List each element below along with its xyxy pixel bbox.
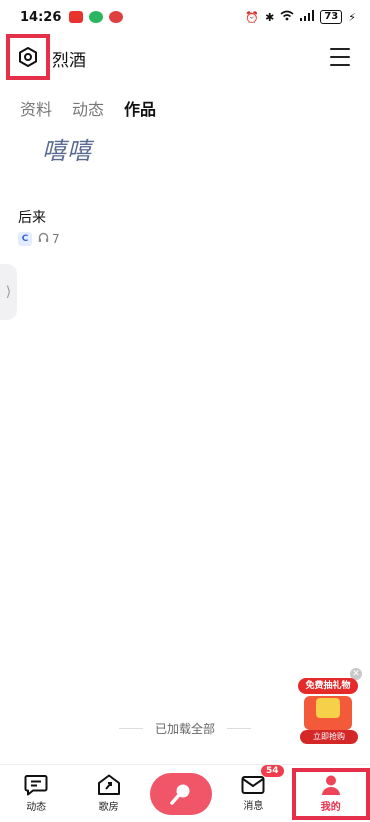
mail-icon (241, 776, 265, 794)
promo-buy-button[interactable]: 立即抢购 (300, 730, 358, 744)
person-icon (321, 775, 340, 795)
microphone-icon (170, 784, 190, 805)
loaded-all-text: 已加载全部 (154, 722, 215, 736)
profile-name: 烈酒 (52, 51, 86, 71)
side-drawer-handle[interactable]: ⟩ (0, 264, 17, 320)
work-title: 后来 (18, 210, 46, 226)
headphones-icon (38, 232, 49, 246)
app-notification-icon-2 (109, 11, 124, 23)
work-item[interactable]: 后来 C 7 (18, 207, 60, 246)
play-notification-icon (89, 11, 104, 23)
bottom-navigation: 动态 歌房 消息 54 我的 (0, 764, 370, 822)
charging-icon: ⚡ (348, 10, 356, 24)
unread-badge: 54 (261, 764, 284, 777)
signal-icon (300, 10, 315, 24)
divider-right (227, 728, 251, 729)
work-meta: C 7 (18, 232, 60, 246)
status-time: 14:26 (20, 9, 62, 25)
chat-bubble-icon (24, 775, 48, 796)
nav-label-me: 我的 (320, 802, 341, 813)
status-bar: 14:26 ⏰ ✱ 73 ⚡ (0, 0, 370, 34)
tab-profile-info[interactable]: 资料 (20, 96, 52, 120)
tab-works[interactable]: 作品 (124, 96, 156, 120)
app-notification-icon (69, 11, 84, 23)
nav-sing[interactable] (145, 772, 217, 815)
nav-messages[interactable]: 消息 54 (217, 764, 289, 822)
nav-label-messages: 消息 (243, 801, 264, 812)
bluetooth-icon: ✱ (265, 10, 275, 24)
house-icon (97, 774, 120, 795)
gem-icon (316, 698, 340, 718)
promo-gift-banner[interactable]: ✕ 免费抽礼物 立即抢购 (296, 668, 362, 746)
sing-button[interactable] (149, 772, 212, 815)
hamburger-menu-icon[interactable] (330, 48, 350, 66)
wifi-icon (280, 10, 294, 24)
nav-song-room[interactable]: 歌房 (72, 765, 144, 822)
settings-button[interactable] (6, 34, 50, 80)
divider-left (118, 728, 143, 729)
work-grade-badge: C (18, 232, 32, 246)
nav-feed[interactable]: 动态 (0, 765, 72, 822)
signature-text: 嘻嘻 (42, 137, 92, 165)
battery-icon: 73 (320, 10, 343, 24)
profile-tabs: 资料 动态 作品 (20, 96, 156, 120)
alarm-icon: ⏰ (245, 10, 260, 24)
promo-title: 免费抽礼物 (298, 678, 358, 694)
profile-header: 烈酒 (0, 34, 370, 84)
status-icons: ⏰ ✱ 73 ⚡ (245, 10, 356, 24)
listen-count: 7 (52, 232, 60, 246)
nav-label-song-room: 歌房 (98, 802, 119, 813)
tab-posts[interactable]: 动态 (72, 96, 104, 120)
nav-me[interactable]: 我的 (291, 767, 370, 820)
gear-hexagon-icon (19, 47, 37, 67)
nav-label-feed: 动态 (26, 802, 47, 813)
